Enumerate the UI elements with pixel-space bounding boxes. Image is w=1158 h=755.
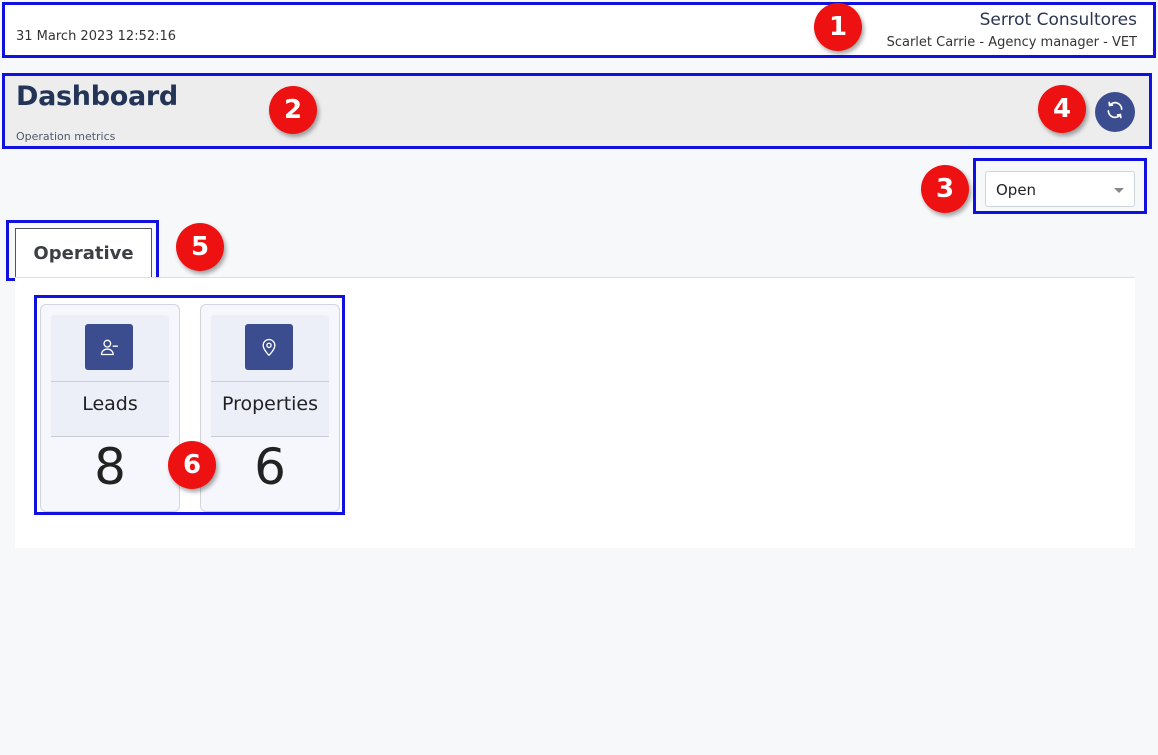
properties-card[interactable]: Properties 6 <box>200 304 340 512</box>
annotation-marker-3: 3 <box>921 165 969 213</box>
tab-operative[interactable]: Operative <box>15 228 152 279</box>
map-pin-icon <box>245 324 293 370</box>
leads-card[interactable]: Leads 8 <box>40 304 180 512</box>
refresh-icon <box>1105 100 1125 124</box>
card-divider <box>51 436 169 437</box>
tab-list: Operative <box>6 220 159 281</box>
card-divider <box>211 381 329 382</box>
card-header: Properties <box>211 315 329 437</box>
current-datetime: 31 March 2023 12:52:16 <box>16 29 177 44</box>
annotation-marker-5: 5 <box>176 223 224 271</box>
status-select[interactable]: Open <box>985 171 1135 207</box>
annotation-marker-2: 2 <box>269 86 317 134</box>
page-subtitle: Operation metrics <box>16 130 116 143</box>
annotation-marker-4: 4 <box>1038 85 1086 133</box>
annotation-marker-6: 6 <box>168 441 216 489</box>
page-header: Dashboard Operation metrics <box>2 73 1152 149</box>
page-title: Dashboard <box>16 81 178 112</box>
card-count: 6 <box>254 438 286 496</box>
card-header: Leads <box>51 315 169 437</box>
top-bar: 31 March 2023 12:52:16 Serrot Consultore… <box>2 2 1156 58</box>
card-divider <box>211 436 329 437</box>
chevron-down-icon <box>1114 188 1124 193</box>
annotation-marker-1: 1 <box>814 3 862 51</box>
card-label: Properties <box>221 393 319 415</box>
user-info: Scarlet Carrie - Agency manager - VET <box>886 35 1137 50</box>
status-select-value: Open <box>996 181 1037 199</box>
company-name: Serrot Consultores <box>979 10 1137 30</box>
status-filter-wrapper: Open <box>973 158 1147 214</box>
refresh-button[interactable] <box>1095 92 1135 132</box>
card-count: 8 <box>94 438 126 496</box>
user-minus-icon <box>85 324 133 370</box>
card-label: Leads <box>82 393 138 415</box>
card-divider <box>51 381 169 382</box>
